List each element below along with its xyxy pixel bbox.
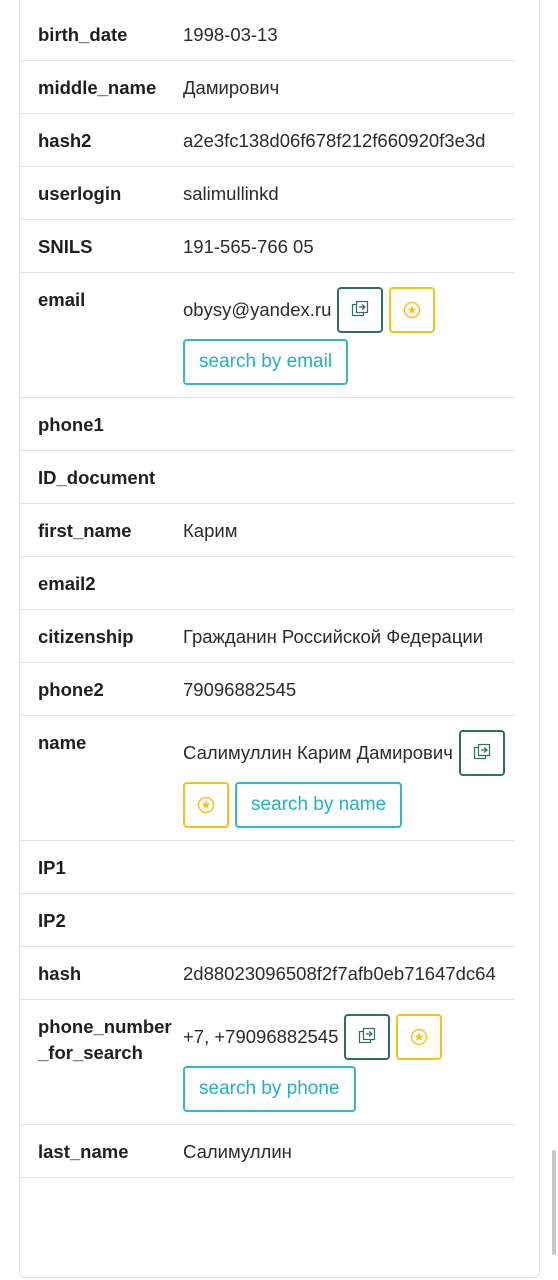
field-key: phone1 [38, 414, 104, 435]
table-row: email2 [20, 557, 515, 610]
field-key: IP1 [38, 857, 66, 878]
table-row: first_name Карим [20, 504, 515, 557]
field-value: Гражданин Российской Федерации [183, 626, 484, 647]
search-by-phone-button[interactable]: search by phone [183, 1066, 356, 1112]
table-row: email obysy@yandex.ru search by email [20, 273, 515, 398]
field-key: userlogin [38, 183, 122, 204]
field-key: phone2 [38, 679, 104, 700]
table-row: ID_document [20, 451, 515, 504]
field-value: 2d88023096508f2f7afb0eb71647dc64 [183, 963, 496, 984]
field-value: Салимуллин [183, 1141, 292, 1162]
table-row: userlogin salimullinkd [20, 167, 515, 220]
field-value [183, 855, 515, 881]
table-row: SNILS 191-565-766 05 [20, 220, 515, 273]
email-value: obysy@yandex.ru [183, 299, 332, 320]
field-value [183, 412, 515, 438]
field-value-cell: obysy@yandex.ru search by email [183, 287, 515, 385]
field-value [183, 571, 515, 597]
favorite-name-button[interactable] [183, 782, 229, 828]
field-key: hash [38, 963, 82, 984]
table-row: phone_number_for_search +7, +79096882545… [20, 1000, 515, 1125]
field-key: email2 [38, 573, 96, 594]
table-row: birth_date 1998-03-13 [20, 8, 515, 61]
table-row: citizenship Гражданин Российской Федерац… [20, 610, 515, 663]
table-row: last_name Салимуллин [20, 1125, 515, 1178]
table-row: IP1 [20, 841, 515, 894]
star-icon [411, 1028, 428, 1046]
field-key: phone_number_for_search [38, 1016, 172, 1063]
page-scrollbar[interactable] [552, 1150, 556, 1255]
copy-icon [352, 300, 369, 317]
field-key: SNILS [38, 236, 93, 257]
table-row: middle_name Дамирович [20, 61, 515, 114]
table-row: IP2 [20, 894, 515, 947]
favorite-phone-button[interactable] [396, 1014, 443, 1060]
record-card: birth_date 1998-03-13 middle_name Дамиро… [19, 0, 540, 1278]
field-key: citizenship [38, 626, 134, 647]
search-by-name-button[interactable]: search by name [235, 782, 403, 828]
field-value: a2e3fc138d06f678f212f660920f3e3d [183, 130, 486, 151]
favorite-email-button[interactable] [389, 287, 436, 333]
field-key: birth_date [38, 24, 128, 45]
field-value: Карим [183, 520, 238, 541]
name-value: Салимуллин Карим Дамирович [183, 742, 453, 763]
copy-icon [473, 743, 490, 760]
table-row: phone1 [20, 398, 515, 451]
field-value: salimullinkd [183, 183, 279, 204]
record-table: birth_date 1998-03-13 middle_name Дамиро… [20, 8, 515, 1178]
field-key: hash2 [38, 130, 92, 151]
field-value-cell: Салимуллин Карим Дамирович search by nam… [183, 730, 515, 828]
copy-phone-button[interactable] [344, 1014, 391, 1060]
field-key: ID_document [38, 467, 156, 488]
field-value: 1998-03-13 [183, 24, 278, 45]
search-by-email-button[interactable]: search by email [183, 339, 349, 385]
table-row: name Салимуллин Карим Дамирович search b… [20, 716, 515, 841]
star-icon [197, 796, 215, 814]
field-key: last_name [38, 1141, 129, 1162]
field-value: 79096882545 [183, 679, 297, 700]
copy-email-button[interactable] [337, 287, 384, 333]
field-key: name [38, 732, 87, 753]
copy-icon [359, 1027, 376, 1044]
field-value [183, 908, 515, 934]
table-row: hash 2d88023096508f2f7afb0eb71647dc64 [20, 947, 515, 1000]
field-key: middle_name [38, 77, 157, 98]
copy-name-button[interactable] [458, 730, 505, 776]
star-icon [404, 301, 421, 319]
table-row: hash2 a2e3fc138d06f678f212f660920f3e3d [20, 114, 515, 167]
field-value: Дамирович [183, 77, 280, 98]
field-value: 191-565-766 05 [183, 236, 314, 257]
field-value [183, 465, 515, 491]
table-row: phone2 79096882545 [20, 663, 515, 716]
field-key: first_name [38, 520, 132, 541]
field-key: IP2 [38, 910, 66, 931]
field-value-cell: +7, +79096882545 search by phone [183, 1014, 515, 1112]
phone-value: +7, +79096882545 [183, 1026, 339, 1047]
field-key: email [38, 289, 86, 310]
